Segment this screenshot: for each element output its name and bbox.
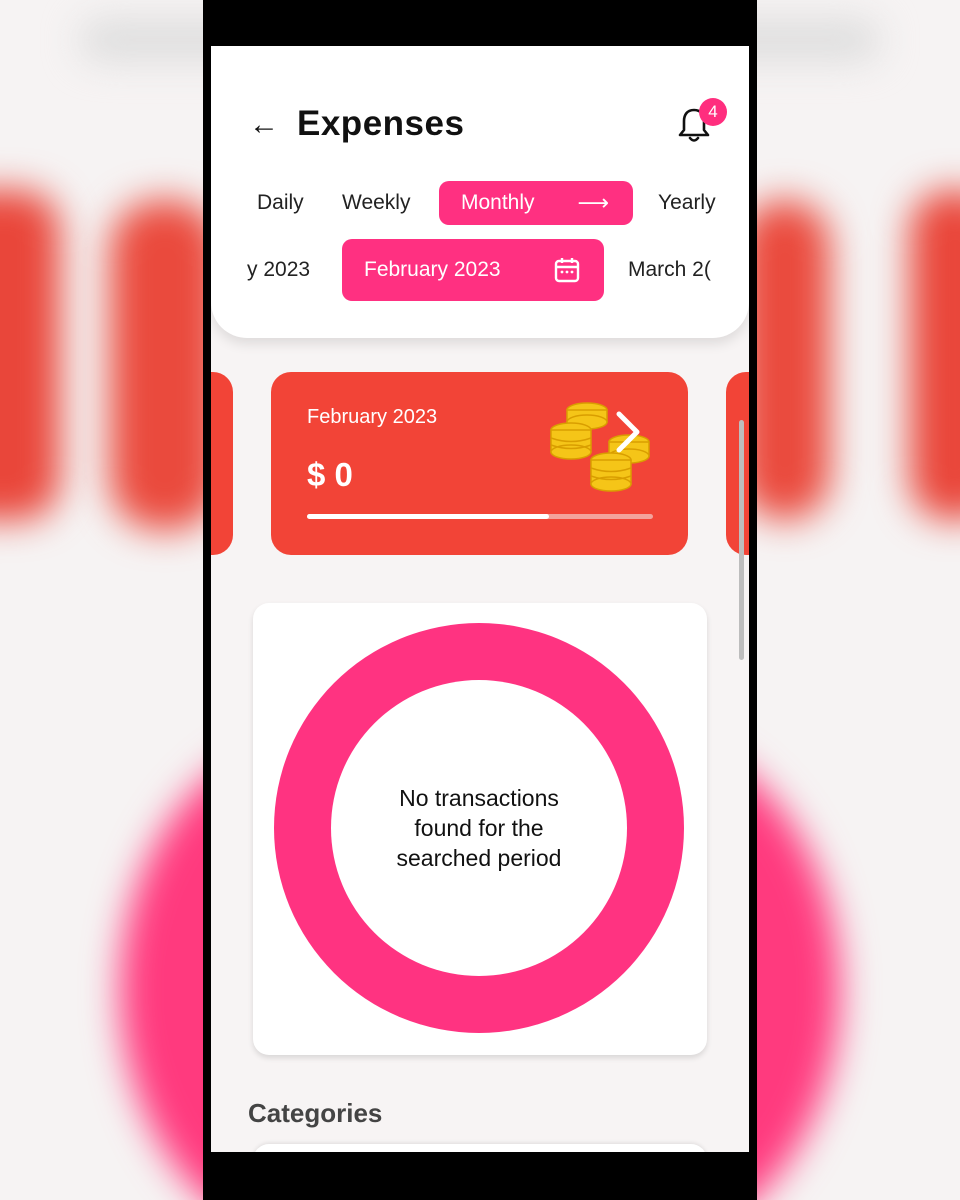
tab-monthly-label: Monthly xyxy=(461,191,535,214)
scrollbar[interactable] xyxy=(739,420,744,660)
chevron-right-icon[interactable] xyxy=(613,410,643,454)
donut-center: No transactions found for the searched p… xyxy=(331,680,627,976)
phone-frame: ← Expenses 4 Daily Weekly Monthly ⟶ Year… xyxy=(203,0,757,1200)
tab-monthly[interactable]: Monthly ⟶ xyxy=(439,181,633,225)
month-selector: y 2023 February 2023 March 2( xyxy=(211,239,749,301)
summary-progress-fill xyxy=(307,514,550,519)
chart-card: No transactions found for the searched p… xyxy=(253,603,707,1055)
summary-month: February 2023 xyxy=(307,406,438,428)
arrow-right-icon: ⟶ xyxy=(577,190,609,215)
summary-card-next[interactable] xyxy=(726,372,749,555)
tab-yearly[interactable]: Yearly xyxy=(658,181,716,225)
background-blur-card xyxy=(0,190,60,520)
summary-card-prev[interactable] xyxy=(211,372,233,555)
period-tabs: Daily Weekly Monthly ⟶ Yearly xyxy=(211,181,749,225)
month-selected[interactable]: February 2023 xyxy=(342,239,604,301)
background-blur-card xyxy=(910,190,960,520)
categories-card xyxy=(253,1144,707,1152)
donut-chart: No transactions found for the searched p… xyxy=(274,623,684,1033)
empty-state-message: No transactions found for the searched p… xyxy=(396,785,562,871)
categories-title: Categories xyxy=(248,1098,383,1128)
app-screen: ← Expenses 4 Daily Weekly Monthly ⟶ Year… xyxy=(211,46,749,1152)
tab-weekly[interactable]: Weekly xyxy=(342,181,410,225)
summary-amount: $ 0 xyxy=(307,456,353,493)
header-card: ← Expenses 4 Daily Weekly Monthly ⟶ Year… xyxy=(211,46,749,338)
month-selected-label: February 2023 xyxy=(364,258,501,281)
summary-card[interactable]: February 2023 $ 0 xyxy=(271,372,688,555)
notification-badge: 4 xyxy=(699,98,727,126)
page-title: Expenses xyxy=(297,104,465,143)
month-prev[interactable]: y 2023 xyxy=(247,239,310,301)
calendar-icon[interactable] xyxy=(554,257,580,283)
month-next[interactable]: March 2( xyxy=(628,239,711,301)
summary-progress-track xyxy=(307,514,653,519)
back-arrow-icon[interactable]: ← xyxy=(249,108,279,142)
tab-daily[interactable]: Daily xyxy=(257,181,304,225)
